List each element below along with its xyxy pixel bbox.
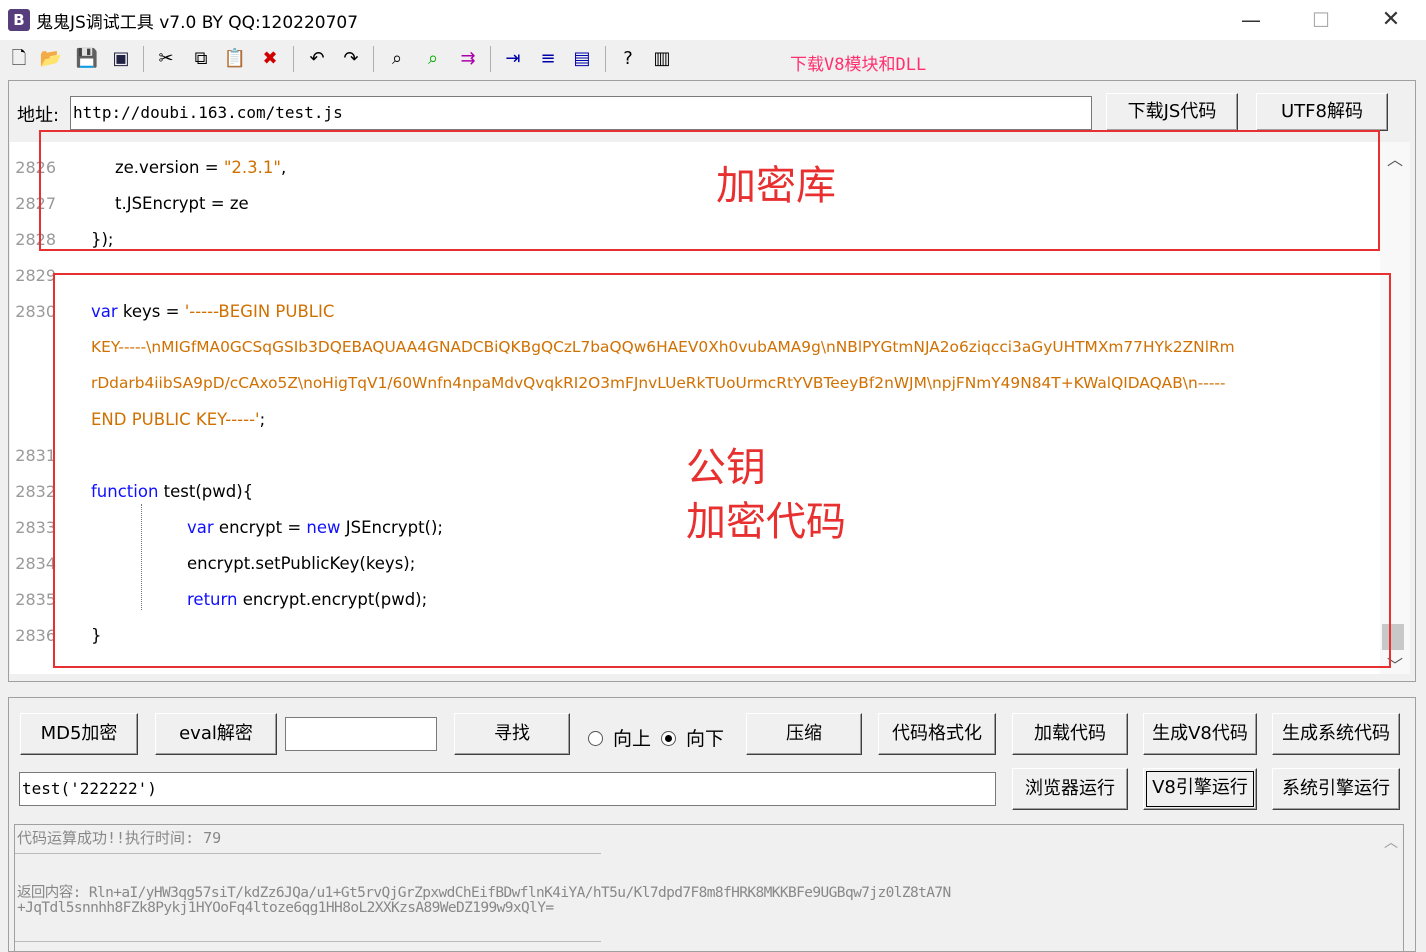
undo-icon[interactable]: ↶ [304, 46, 330, 72]
minimize-button[interactable]: — [1216, 0, 1286, 40]
copy-icon[interactable]: ⧉ [188, 46, 214, 72]
panel-icon[interactable]: ▥ [649, 46, 675, 72]
status-line: 代码运算成功!!执行时间: 79 [17, 829, 222, 847]
output-console: 代码运算成功!!执行时间: 79 返回内容: Rln+aI/yHW3qg57si… [14, 824, 1404, 952]
load-code-button[interactable]: 加载代码 [1012, 713, 1128, 755]
toolbar-separator [143, 46, 144, 72]
numbering-icon[interactable]: ≡ [535, 46, 561, 72]
browser-run-button[interactable]: 浏览器运行 [1012, 768, 1128, 810]
line-number: 2835 [15, 590, 56, 609]
new-file-icon[interactable]: 🗋 [6, 46, 32, 72]
annotation-label-pubkey: 公钥 [686, 445, 766, 491]
v8-run-button[interactable]: V8引擎运行 [1143, 768, 1257, 810]
help-icon[interactable]: ? [615, 46, 641, 72]
scroll-up-icon[interactable]: ︿ [1384, 832, 1398, 852]
line-number: 2836 [15, 626, 56, 645]
cut-icon[interactable]: ✂ [153, 46, 179, 72]
find-icon[interactable]: ⌕ [384, 46, 410, 72]
line-number: 2829 [15, 266, 56, 285]
toolbar-separator [293, 46, 294, 72]
address-input[interactable]: http://doubi.163.com/test.js [70, 96, 1092, 130]
replace-icon[interactable]: ⇉ [455, 46, 481, 72]
annotation-label-library: 加密库 [716, 163, 836, 209]
line-number: 2831 [15, 446, 56, 465]
eval-decrypt-button[interactable]: eval解密 [155, 713, 277, 755]
window-title: 鬼鬼JS调试工具 v7.0 BY QQ:120220707 [36, 13, 359, 33]
save-icon[interactable]: 💾 [74, 46, 100, 72]
find-button[interactable]: 寻找 [454, 713, 570, 755]
command-input[interactable]: test('222222') [19, 772, 996, 806]
generate-v8-button[interactable]: 生成V8代码 [1143, 713, 1257, 755]
line-number: 2830 [15, 302, 56, 321]
line-number: 2834 [15, 554, 56, 573]
toolbar-separator [490, 46, 491, 72]
result-value: Rln+aI/yHW3qg57siT/kdZz6JQa/u1+Gt5rvQjGr… [88, 885, 951, 901]
toolbar-separator [373, 46, 374, 72]
save-all-icon[interactable]: ▣ [108, 46, 134, 72]
scroll-up-icon[interactable]: ︿ [1387, 146, 1403, 170]
format-icon[interactable]: ▤ [569, 46, 595, 72]
annotation-box-library [39, 130, 1380, 251]
divider [15, 853, 601, 854]
divider [15, 941, 601, 942]
open-folder-icon[interactable]: 📂 [38, 46, 64, 72]
indent-icon[interactable]: ⇥ [500, 46, 526, 72]
close-button[interactable]: ✕ [1356, 0, 1426, 40]
paste-icon[interactable]: 📋 [222, 46, 248, 72]
download-js-button[interactable]: 下载JS代码 [1106, 93, 1238, 131]
delete-icon[interactable]: ✖ [257, 46, 283, 72]
download-v8-link[interactable]: 下载V8模块和DLL [790, 50, 926, 75]
radio-down[interactable]: 向下 [661, 724, 724, 751]
line-number: 2833 [15, 518, 56, 537]
radio-up[interactable]: 向上 [588, 724, 651, 751]
result-label: 返回内容: [17, 885, 81, 901]
radio-circle[interactable] [588, 731, 603, 746]
result-line: +JqTdl5snnhh8FZk8Pykj1HYOoFq4ltoze6qg1HH… [17, 900, 554, 916]
generate-system-button[interactable]: 生成系统代码 [1272, 713, 1400, 755]
output-scrollbar[interactable]: ︿ [1380, 826, 1404, 952]
toolbar: 🗋 📂 💾 ▣ ✂ ⧉ 📋 ✖ ↶ ↷ ⌕ ⌕ ⇉ ⇥ ≡ ▤ ? ▥ 下载V8… [0, 40, 1426, 78]
title-bar: B 鬼鬼JS调试工具 v7.0 BY QQ:120220707 — ☐ ✕ [0, 0, 1426, 40]
format-code-button[interactable]: 代码格式化 [878, 713, 996, 755]
annotation-label-encrypt-code: 加密代码 [686, 499, 846, 545]
system-run-button[interactable]: 系统引擎运行 [1272, 768, 1400, 810]
line-number: 2832 [15, 482, 56, 501]
app-window: B 鬼鬼JS调试工具 v7.0 BY QQ:120220707 — ☐ ✕ 🗋 … [0, 0, 1426, 952]
address-label: 地址: [17, 105, 60, 126]
radio-down-label: 向下 [686, 728, 725, 750]
radio-up-label: 向上 [613, 728, 652, 750]
compress-button[interactable]: 压缩 [746, 713, 862, 755]
find-next-icon[interactable]: ⌕ [420, 46, 446, 72]
redo-icon[interactable]: ↷ [338, 46, 364, 72]
search-input[interactable] [285, 717, 437, 751]
utf8-decode-button[interactable]: UTF8解码 [1256, 93, 1388, 131]
maximize-button[interactable]: ☐ [1286, 0, 1356, 40]
radio-circle-selected[interactable] [661, 731, 676, 746]
toolbar-separator [605, 46, 606, 72]
app-icon: B [8, 9, 30, 31]
md5-encrypt-button[interactable]: MD5加密 [20, 713, 138, 755]
result-line: 返回内容: Rln+aI/yHW3qg57siT/kdZz6JQa/u1+Gt5… [17, 881, 951, 902]
